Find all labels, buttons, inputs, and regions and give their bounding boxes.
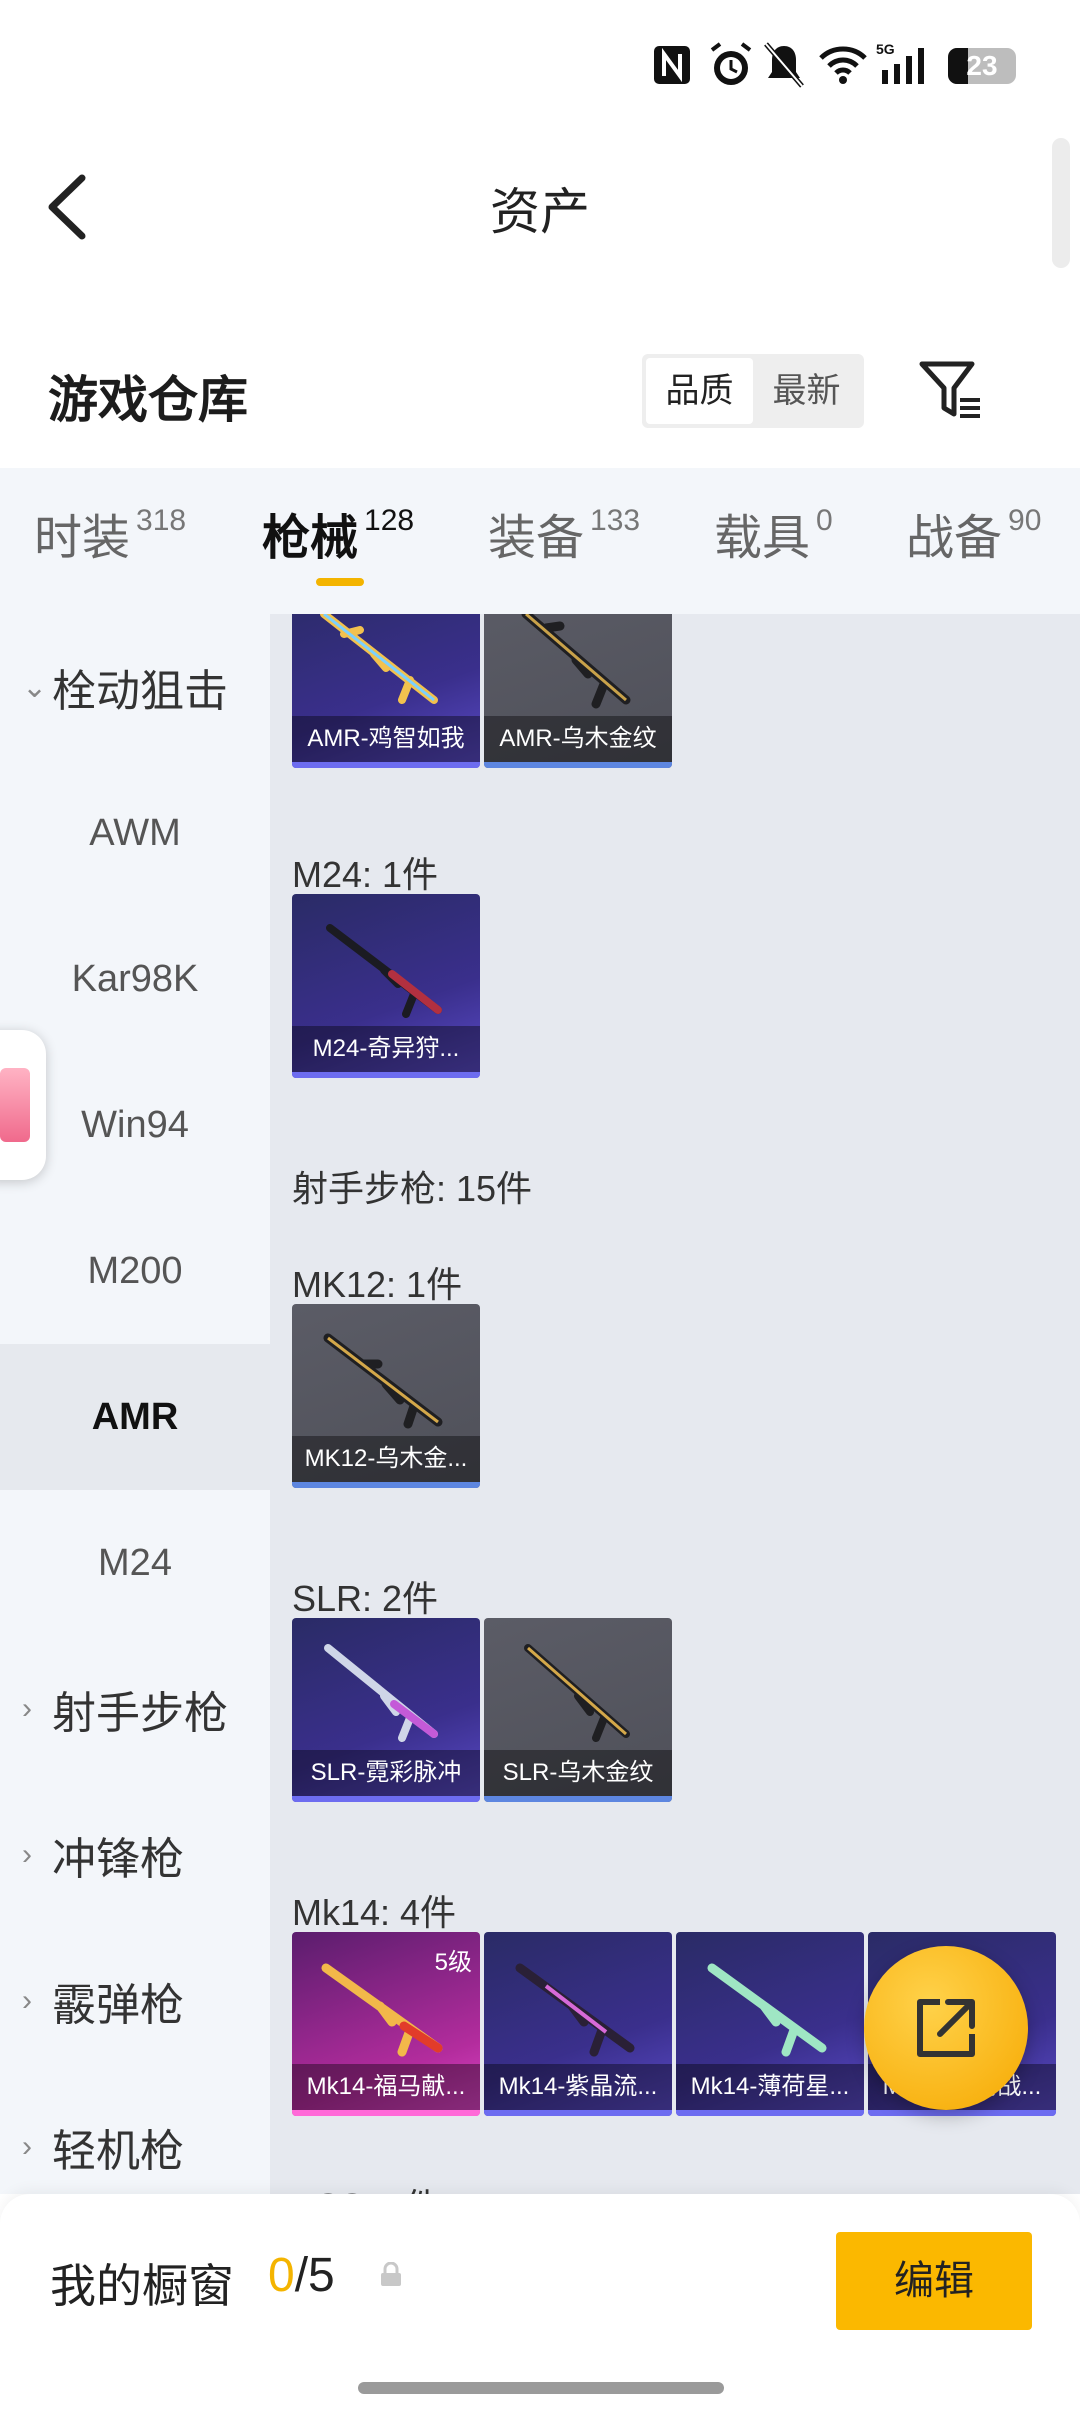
showcase-count: 0/5 [268, 2249, 335, 2302]
filter-icon[interactable] [916, 356, 986, 426]
item-grid-mk12: MK12-乌木金... [292, 1304, 480, 1488]
section-title: 游戏仓库 [48, 372, 248, 428]
nfc-icon [654, 46, 690, 84]
tab-equipment[interactable]: 装备 133 [488, 498, 640, 568]
item-name: Mk14-福马献... [292, 2064, 480, 2110]
chevron-right-icon: › [22, 2130, 32, 2163]
sidebar-category-label: 冲锋枪 [52, 1835, 184, 1884]
rifle-icon [323, 1333, 443, 1429]
top-bar: 资产 [0, 130, 1080, 280]
sort-toggle: 品质 最新 [642, 354, 864, 428]
chevron-right-icon: › [22, 1984, 32, 2017]
sort-quality-option[interactable]: 品质 [646, 358, 753, 424]
category-tabs: 时装 318 枪械 128 装备 133 载具 0 战备 90 [0, 468, 1080, 614]
sidebar-category-label: 霰弹枪 [52, 1981, 184, 2030]
signal-5g-icon: 5G [876, 41, 924, 84]
sidebar-category-dmr[interactable]: › 射手步枪 [0, 1636, 270, 1782]
sidebar-item-m24[interactable]: M24 [0, 1490, 270, 1636]
external-link-icon [917, 1999, 975, 2057]
chevron-right-icon: › [22, 1692, 32, 1725]
sidebar-category-label: 轻机枪 [52, 2127, 184, 2176]
item-card[interactable]: Mk14-薄荷星... [676, 1932, 864, 2116]
group-title: SLR: 2件 [292, 1578, 439, 1619]
item-card[interactable]: Mk14-紫晶流... [484, 1932, 672, 2116]
rifle-icon [524, 1644, 630, 1742]
rifle-icon [320, 614, 438, 704]
sidebar-category-bolt-sniper[interactable]: ⌄ 栓动狙击 [0, 614, 270, 760]
chevron-down-icon: ⌄ [22, 670, 48, 704]
sort-newest-option[interactable]: 最新 [753, 358, 860, 424]
sidebar-item-m200[interactable]: M200 [0, 1198, 270, 1344]
tab-guns[interactable]: 枪械 128 [262, 498, 414, 568]
avatar [0, 1068, 30, 1142]
lock-icon [381, 2262, 401, 2286]
rifle-icon [324, 1644, 438, 1742]
page-title: 资产 [490, 184, 590, 240]
active-tab-indicator [316, 578, 364, 586]
tab-fashion[interactable]: 时装 318 [34, 498, 186, 568]
rifle-icon [521, 614, 631, 709]
group-title: M24: 1件 [292, 854, 439, 895]
item-name: SLR-霓彩脉冲 [292, 1750, 480, 1796]
item-name: AMR-鸡智如我 [292, 716, 480, 762]
item-name: SLR-乌木金纹 [484, 1750, 672, 1796]
sidebar-category-shotgun[interactable]: › 霰弹枪 [0, 1928, 270, 2074]
group-title: VSS: 1件 [292, 2178, 440, 2194]
sidebar-item-awm[interactable]: AWM [0, 760, 270, 906]
status-bar: 5G 23 [0, 0, 1080, 130]
group-title: MK12: 1件 [292, 1264, 463, 1305]
item-card[interactable]: AMR-乌木金纹 [484, 614, 672, 768]
mute-icon [764, 42, 804, 88]
item-name: M24-奇异狩... [292, 1026, 480, 1072]
category-sidebar: ⌄ 栓动狙击 AWM Kar98K Win94 M200 AMR M24 › 射… [0, 614, 270, 2194]
item-card[interactable]: SLR-乌木金纹 [484, 1618, 672, 1802]
item-grid-m24: M24-奇异狩... [292, 894, 480, 1078]
floating-assistant-bubble[interactable] [0, 1030, 46, 1180]
rifle-icon [707, 1963, 827, 2057]
rifle-icon [326, 924, 442, 1018]
sidebar-category-label: 栓动狙击 [52, 667, 228, 716]
rifle-icon [515, 1963, 635, 2057]
sidebar-category-smg[interactable]: › 冲锋枪 [0, 1782, 270, 1928]
rifle-icon [321, 1963, 443, 2057]
showcase-label: 我的橱窗 [50, 2260, 234, 2312]
group-title: 射手步枪: 15件 [292, 1168, 533, 1209]
item-name: Mk14-薄荷星... [676, 2064, 864, 2110]
tab-gear[interactable]: 战备 90 [906, 498, 1041, 568]
item-grid-slr: SLR-霓彩脉冲 SLR-乌木金纹 [292, 1618, 672, 1802]
share-button[interactable] [864, 1946, 1028, 2110]
bottom-bar: 我的橱窗 0/5 编辑 [0, 2194, 1080, 2414]
group-title: Mk14: 4件 [292, 1892, 457, 1933]
alarm-icon [710, 42, 752, 85]
sidebar-category-label: 射手步枪 [52, 1689, 228, 1738]
item-name: Mk14-紫晶流... [484, 2064, 672, 2110]
wifi-icon [819, 46, 867, 84]
item-card[interactable]: SLR-霓彩脉冲 [292, 1618, 480, 1802]
sidebar-item-kar98k[interactable]: Kar98K [0, 906, 270, 1052]
sidebar-item-amr[interactable]: AMR [0, 1344, 270, 1490]
battery-level: 23 [966, 50, 998, 81]
item-card[interactable]: AMR-鸡智如我 [292, 614, 480, 768]
item-name: MK12-乌木金... [292, 1436, 480, 1482]
scrollbar[interactable] [1052, 138, 1070, 268]
item-grid-amr: AMR-鸡智如我 AMR-乌木金纹 [292, 614, 672, 768]
item-card[interactable]: MK12-乌木金... [292, 1304, 480, 1488]
home-indicator[interactable] [358, 2382, 724, 2394]
tab-vehicles[interactable]: 载具 0 [714, 498, 833, 568]
item-card[interactable]: M24-奇异狩... [292, 894, 480, 1078]
svg-text:5G: 5G [876, 41, 895, 57]
edit-button[interactable]: 编辑 [836, 2232, 1032, 2330]
chevron-right-icon: › [22, 1838, 32, 1871]
item-card[interactable]: 5级 Mk14-福马献... [292, 1932, 480, 2116]
battery-indicator: 23 [948, 48, 1016, 84]
item-name: AMR-乌木金纹 [484, 716, 672, 762]
